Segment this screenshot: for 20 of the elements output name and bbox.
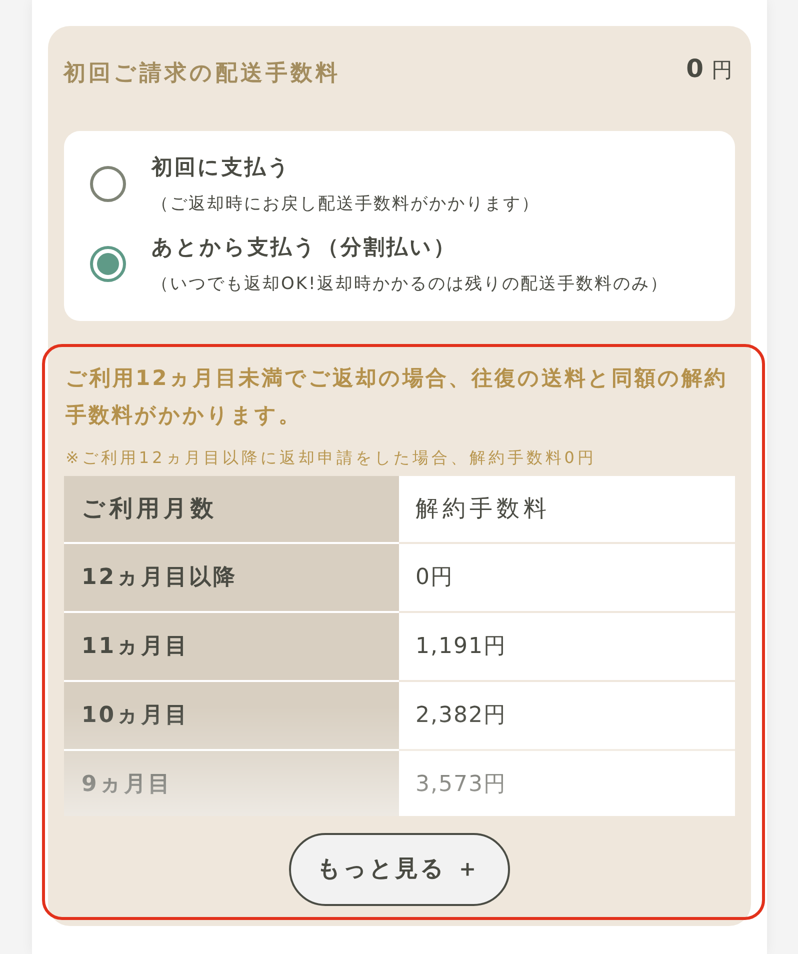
table-cell: 0円 bbox=[398, 542, 734, 611]
cancellation-warning: ご利用12ヵ月目未満でご返却の場合、往復の送料と同額の解約手数料がかかります。 bbox=[64, 365, 729, 429]
option-note: （ご返却時にお戻し配送手数料がかかります） bbox=[152, 193, 540, 216]
fee-unit: 円 bbox=[712, 57, 732, 84]
radio-button[interactable] bbox=[90, 166, 126, 202]
option-note: （いつでも返却OK!返却時かかるのは残りの配送手数料のみ） bbox=[152, 273, 668, 296]
cancellation-note: ※ご利用12ヵ月目以降に返却申請をした場合、解約手数料0円 bbox=[64, 447, 598, 469]
table-cell: 2,382円 bbox=[398, 680, 734, 749]
table-header-cell: ご利用月数 bbox=[64, 476, 398, 542]
table-cell: 10ヵ月目 bbox=[64, 680, 398, 749]
table-cell: 9ヵ月目 bbox=[64, 749, 398, 816]
option-title[interactable]: あとから支払う（分割払い） bbox=[152, 232, 456, 262]
table-cell: 11ヵ月目 bbox=[64, 611, 398, 680]
table-cell: 12ヵ月目以降 bbox=[64, 542, 398, 611]
option-title[interactable]: 初回に支払う bbox=[152, 152, 292, 182]
table-cell: 1,191円 bbox=[398, 611, 734, 680]
shipping-fee-label: 初回ご請求の配送手数料 bbox=[64, 60, 340, 88]
fee-amount: 0 bbox=[686, 54, 704, 84]
show-more-button[interactable]: もっと見る ＋ bbox=[288, 833, 510, 906]
radio-button[interactable] bbox=[90, 246, 126, 282]
